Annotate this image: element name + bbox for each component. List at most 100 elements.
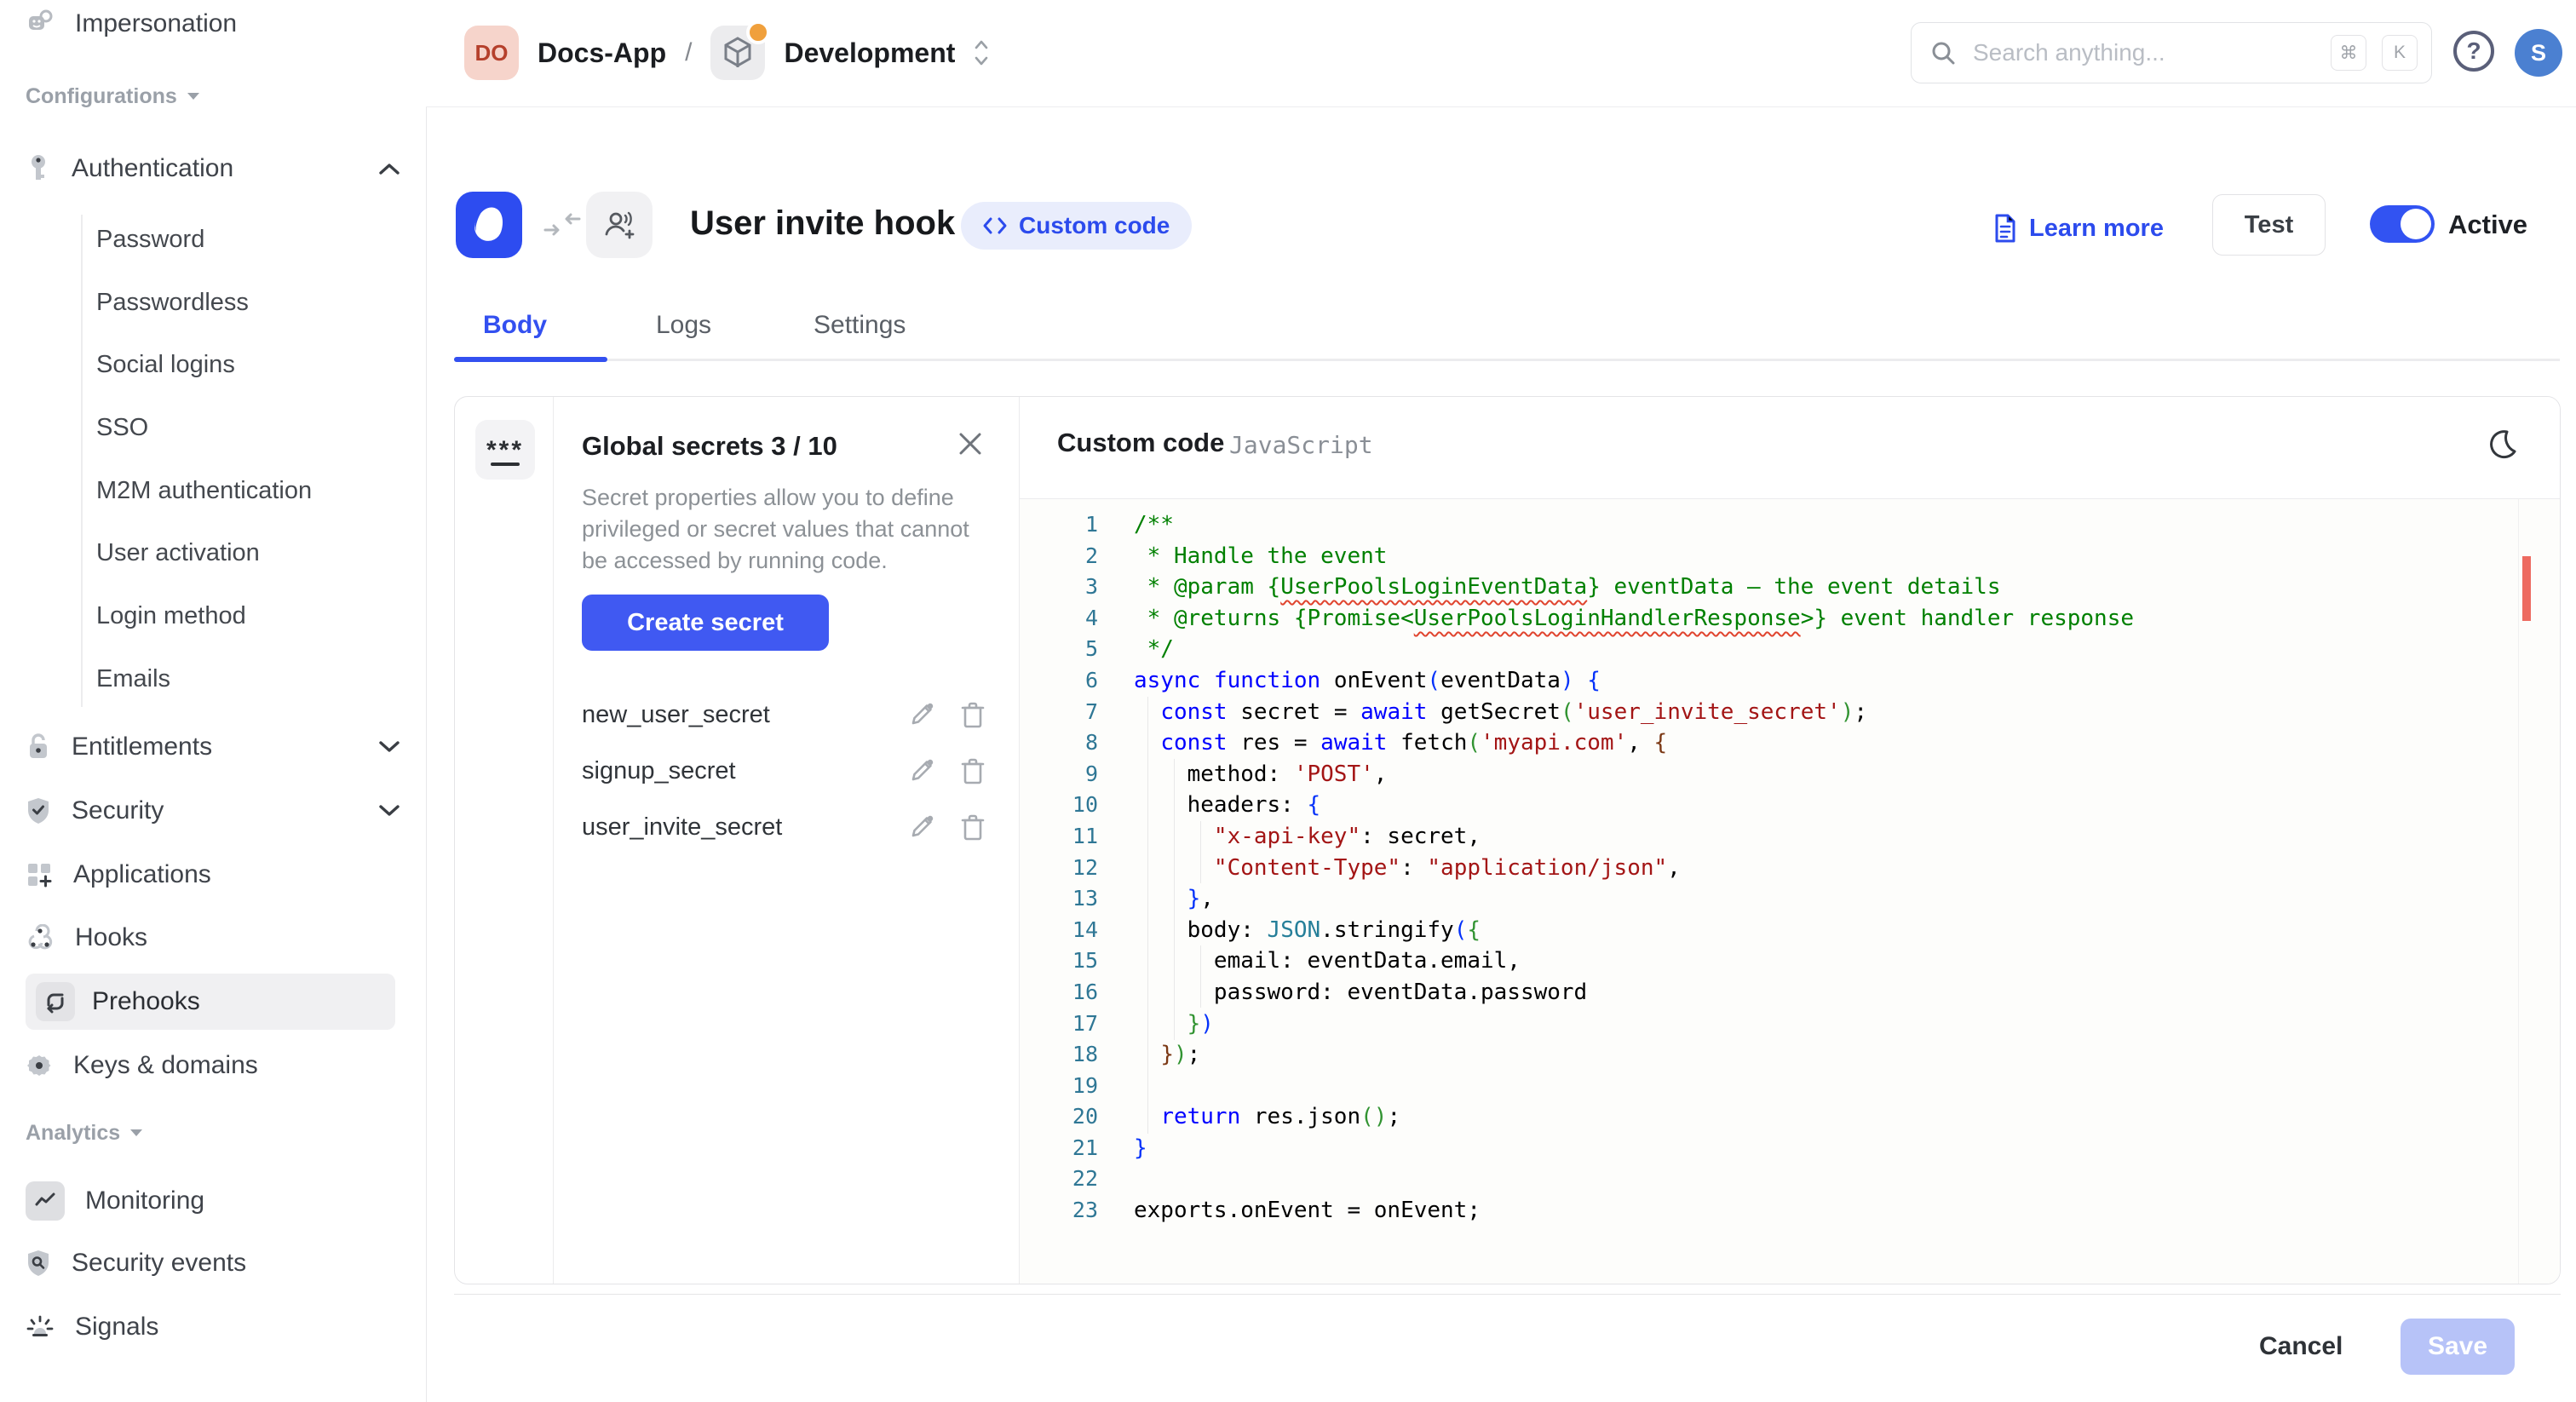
loop-icon (36, 982, 75, 1021)
line-number: 7 (1026, 697, 1098, 728)
sidebar-item-signals[interactable]: Signals (26, 1307, 400, 1347)
code-line[interactable]: * @param {UserPoolsLoginEventData} event… (1134, 572, 2509, 603)
sidebar-item-authentication[interactable]: Authentication (26, 148, 400, 189)
sidebar-item-applications[interactable]: Applications (26, 854, 400, 895)
sidebar-item-monitoring[interactable]: Monitoring (26, 1181, 400, 1221)
sidebar-item-login-method[interactable]: Login method (96, 595, 246, 636)
close-icon[interactable] (956, 429, 985, 458)
code-line[interactable]: method: 'POST', (1134, 759, 2509, 790)
code-line[interactable]: body: JSON.stringify({ (1134, 915, 2509, 946)
code-line[interactable]: }); (1134, 1039, 2509, 1071)
sidebar-item-label: Impersonation (75, 9, 237, 38)
cancel-button[interactable]: Cancel (2259, 1325, 2343, 1368)
shield-check-icon (26, 796, 51, 825)
chevron-down-icon (378, 740, 400, 754)
secret-name: new_user_secret (582, 701, 770, 729)
hook-logo (456, 192, 522, 258)
code-lines[interactable]: /** * Handle the event * @param {UserPoo… (1134, 509, 2509, 1227)
code-line[interactable]: email: eventData.email, (1134, 945, 2509, 977)
sidebar-item-security[interactable]: Security (26, 790, 400, 831)
code-line[interactable]: exports.onEvent = onEvent; (1134, 1195, 2509, 1227)
search-bar[interactable]: ⌘ K (1911, 22, 2432, 83)
code-line[interactable] (1134, 1071, 2509, 1102)
panel-icon-column: *** (454, 397, 554, 1284)
code-editor[interactable]: 1234567891011121314151617181920212223 /*… (1020, 498, 2560, 1284)
code-line[interactable]: }) (1134, 1008, 2509, 1040)
code-line[interactable]: * Handle the event (1134, 541, 2509, 572)
sidebar-item-user-activation[interactable]: User activation (96, 532, 260, 573)
editor-scrollbar[interactable] (2518, 499, 2519, 1284)
sidebar-item-entitlements[interactable]: Entitlements (26, 727, 400, 767)
secrets-icon[interactable]: *** (475, 420, 535, 480)
code-line[interactable]: return res.json(); (1134, 1101, 2509, 1133)
global-secrets-description: Secret properties allow you to define pr… (582, 482, 991, 577)
code-line[interactable] (1134, 1164, 2509, 1195)
code-line[interactable]: /** (1134, 509, 2509, 541)
code-brackets-icon (983, 216, 1007, 235)
code-panel-title: Custom code (1057, 428, 1224, 458)
sidebar-item-social-logins[interactable]: Social logins (96, 344, 235, 385)
help-icon[interactable]: ? (2453, 31, 2494, 72)
line-number: 12 (1026, 853, 1098, 884)
tab-logs[interactable]: Logs (656, 300, 711, 351)
avatar[interactable]: S (2515, 29, 2562, 77)
delete-secret-icon[interactable] (961, 813, 985, 841)
tab-settings[interactable]: Settings (814, 300, 906, 351)
search-input[interactable] (1971, 38, 2315, 67)
app-badge[interactable]: DO (464, 26, 519, 80)
breadcrumb-environment[interactable]: Development (784, 37, 955, 69)
sidebar-item-security-events[interactable]: Security events (26, 1243, 400, 1284)
sidebar-item-prehooks[interactable]: Prehooks (26, 974, 395, 1030)
siren-icon (26, 1313, 55, 1341)
active-tab-underline (454, 357, 607, 362)
line-number: 18 (1026, 1039, 1098, 1071)
sidebar-item-emails[interactable]: Emails (96, 658, 170, 699)
code-line[interactable]: const secret = await getSecret('user_inv… (1134, 697, 2509, 728)
k-keycap: K (2382, 35, 2418, 71)
save-button[interactable]: Save (2401, 1319, 2515, 1375)
edit-secret-icon[interactable] (910, 813, 935, 841)
code-line[interactable]: }, (1134, 883, 2509, 915)
sidebar-item-m2m-authentication[interactable]: M2M authentication (96, 470, 312, 511)
indent-guide (1147, 697, 1148, 1134)
sidebar-item-label: Applications (73, 860, 211, 889)
environment-icon[interactable] (710, 26, 765, 80)
code-line[interactable]: "x-api-key": secret, (1134, 821, 2509, 853)
environment-switcher-icon[interactable] (974, 38, 989, 67)
edit-secret-icon[interactable] (910, 701, 935, 728)
sidebar-section-analytics[interactable]: Analytics (26, 1118, 144, 1147)
custom-code-badge: Custom code (961, 202, 1192, 250)
learn-more-link[interactable]: Learn more (1993, 209, 2164, 248)
sidebar-item-password[interactable]: Password (96, 219, 204, 260)
line-number: 10 (1026, 790, 1098, 821)
sidebar-item-keys-domains[interactable]: Keys & domains (26, 1045, 400, 1086)
active-toggle[interactable] (2370, 205, 2435, 243)
code-line[interactable]: "Content-Type": "application/json", (1134, 853, 2509, 884)
code-line[interactable]: */ (1134, 634, 2509, 665)
invite-user-icon (586, 192, 653, 258)
line-numbers: 1234567891011121314151617181920212223 (1026, 509, 1098, 1227)
sidebar-item-label: Monitoring (85, 1187, 204, 1215)
code-line[interactable]: } (1134, 1133, 2509, 1164)
secret-name: user_invite_secret (582, 813, 782, 842)
code-line[interactable]: headers: { (1134, 790, 2509, 821)
delete-secret-icon[interactable] (961, 701, 985, 728)
sidebar-item-impersonation[interactable]: Impersonation (26, 3, 400, 44)
code-line[interactable]: * @returns {Promise<UserPoolsLoginHandle… (1134, 603, 2509, 635)
test-button[interactable]: Test (2212, 194, 2326, 256)
create-secret-button[interactable]: Create secret (582, 595, 829, 651)
sidebar-section-configurations[interactable]: Configurations (26, 82, 201, 111)
dark-mode-icon[interactable] (2481, 424, 2522, 465)
delete-secret-icon[interactable] (961, 757, 985, 784)
key-icon (26, 154, 51, 183)
sidebar-item-passwordless[interactable]: Passwordless (96, 282, 249, 323)
edit-secret-icon[interactable] (910, 757, 935, 784)
code-line[interactable]: const res = await fetch('myapi.com', { (1134, 727, 2509, 759)
indent-guide (1200, 821, 1201, 883)
code-line[interactable]: password: eventData.password (1134, 977, 2509, 1008)
tab-body[interactable]: Body (483, 300, 547, 351)
breadcrumb-app-name[interactable]: Docs-App (538, 37, 666, 69)
sidebar-item-sso[interactable]: SSO (96, 407, 148, 448)
sidebar-item-hooks[interactable]: Hooks (26, 917, 400, 958)
code-line[interactable]: async function onEvent(eventData) { (1134, 665, 2509, 697)
